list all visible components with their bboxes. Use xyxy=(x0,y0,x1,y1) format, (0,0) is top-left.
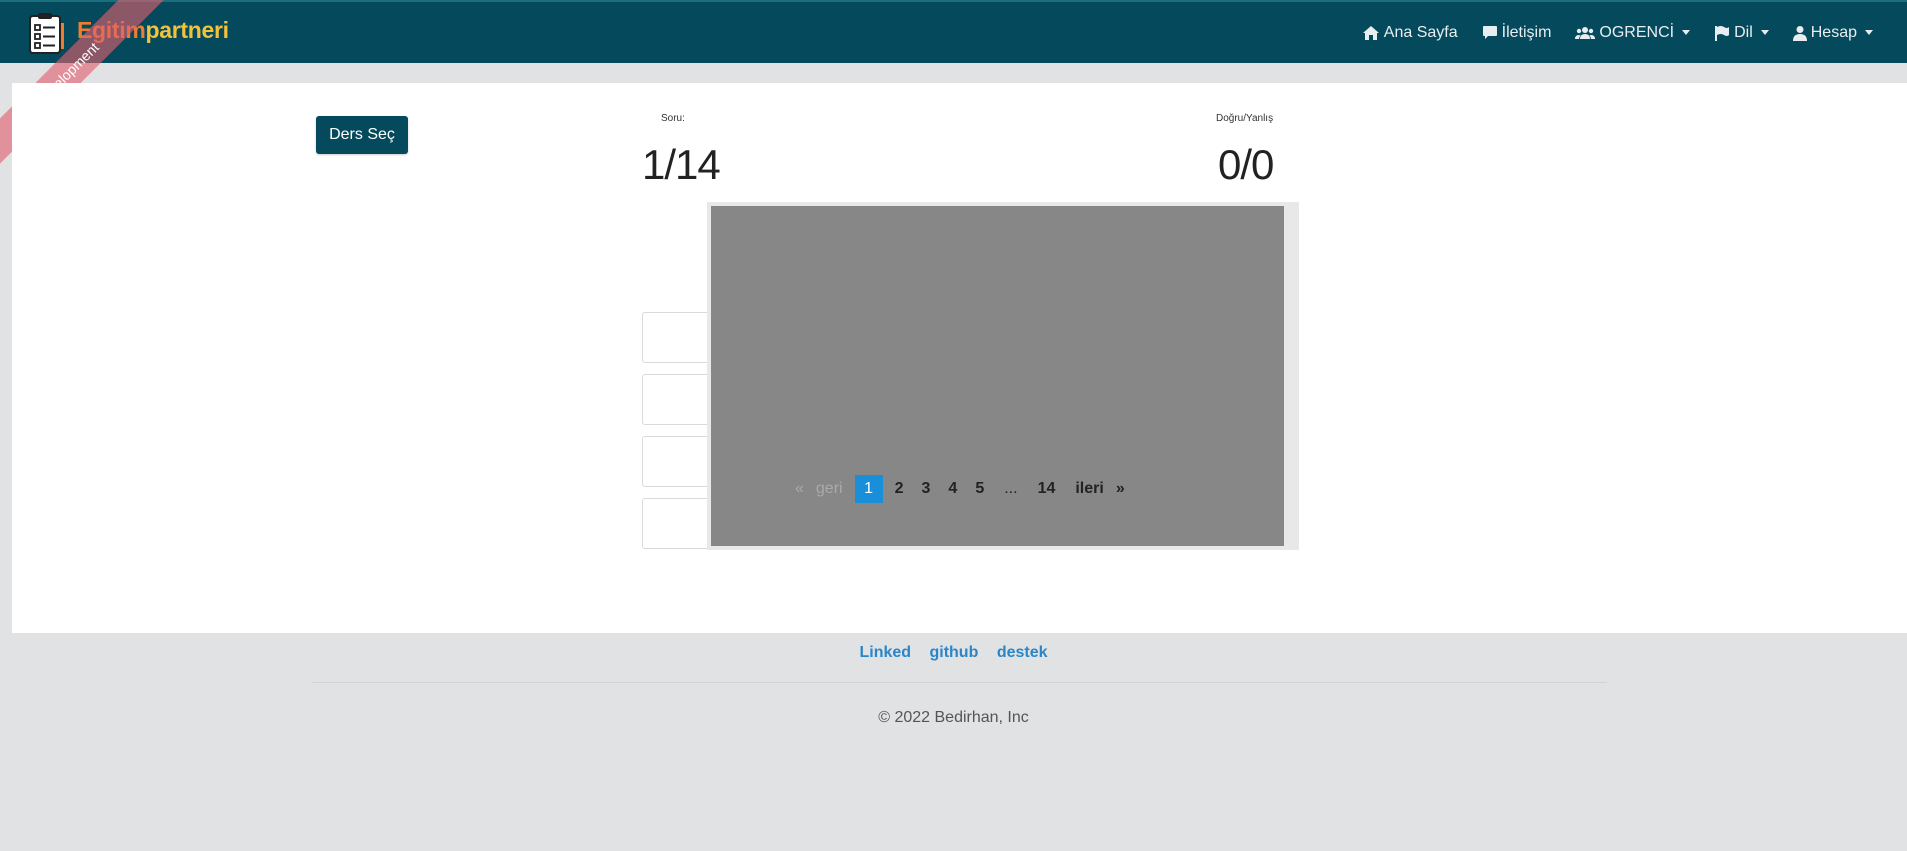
footer-link-linked[interactable]: Linked xyxy=(859,644,911,661)
copyright-text: © 2022 Bedirhan, Inc xyxy=(878,709,1029,726)
page-link-2[interactable]: 2 xyxy=(889,480,910,498)
chevron-down-icon xyxy=(1760,30,1769,35)
nav-language-label: Dil xyxy=(1734,23,1753,41)
last-page-link[interactable]: » xyxy=(1110,480,1131,498)
flag-icon xyxy=(1715,25,1730,41)
correct-wrong-counter: 0/0 xyxy=(1218,141,1274,188)
brand-name[interactable]: Egitimpartneri xyxy=(77,17,229,44)
nav-menu: Ana Sayfa İletişim OGRENCİ Dil Hesap xyxy=(1350,2,1885,63)
first-page-link[interactable]: « xyxy=(789,480,810,498)
answer-option[interactable] xyxy=(642,374,714,425)
correct-wrong-label: Doğru/Yanlış xyxy=(1216,113,1274,124)
footer-link-github[interactable]: github xyxy=(929,644,978,661)
nav-contact[interactable]: İletişim xyxy=(1470,24,1564,42)
next-page-link[interactable]: ileri xyxy=(1069,480,1109,498)
nav-account-dropdown[interactable]: Hesap xyxy=(1781,24,1885,42)
select-course-button[interactable]: Ders Seç xyxy=(316,116,408,154)
nav-home[interactable]: Ana Sayfa xyxy=(1350,24,1470,42)
nav-language-dropdown[interactable]: Dil xyxy=(1702,24,1781,42)
question-counter: 1/14 xyxy=(642,141,721,188)
answer-option[interactable] xyxy=(642,436,714,487)
page-ellipsis: ... xyxy=(1004,480,1018,497)
pagination: « geri 1 2 3 4 5 ... 14 ileri » xyxy=(789,475,1131,503)
nav-student-label: OGRENCİ xyxy=(1599,23,1675,41)
brand-name-part2: partneri xyxy=(145,17,229,43)
footer-divider xyxy=(312,682,1607,683)
brand-name-part1: Egitim xyxy=(77,17,146,43)
main-content: Ders Seç Soru: 1/14 Doğru/Yanlış 0/0 xyxy=(12,83,1907,633)
page-link-1[interactable]: 1 xyxy=(854,475,883,503)
clipboard-logo-icon[interactable] xyxy=(28,13,64,55)
users-icon xyxy=(1575,26,1596,39)
answer-option[interactable] xyxy=(642,498,714,549)
footer-link-destek[interactable]: destek xyxy=(997,644,1048,661)
user-icon xyxy=(1792,25,1807,41)
nav-account-label: Hesap xyxy=(1810,23,1857,41)
page-link-3[interactable]: 3 xyxy=(916,480,937,498)
page-link-4[interactable]: 4 xyxy=(942,480,963,498)
chevron-down-icon xyxy=(1865,30,1873,35)
navbar: Egitimpartneri Ana Sayfa İletişim OGRENC… xyxy=(0,0,1907,63)
comment-icon xyxy=(1482,26,1497,39)
previous-page-link[interactable]: geri xyxy=(810,480,849,498)
home-icon xyxy=(1362,25,1379,40)
chevron-down-icon xyxy=(1682,30,1691,35)
nav-student-dropdown[interactable]: OGRENCİ xyxy=(1563,24,1702,42)
footer-links: Linked github destek xyxy=(0,644,1907,662)
nav-home-label: Ana Sayfa xyxy=(1383,23,1458,41)
nav-contact-label: İletişim xyxy=(1501,23,1552,41)
page-link-14[interactable]: 14 xyxy=(1032,480,1062,498)
question-label: Soru: xyxy=(661,113,685,124)
page-link-5[interactable]: 5 xyxy=(969,480,990,498)
answer-option[interactable] xyxy=(642,312,714,363)
